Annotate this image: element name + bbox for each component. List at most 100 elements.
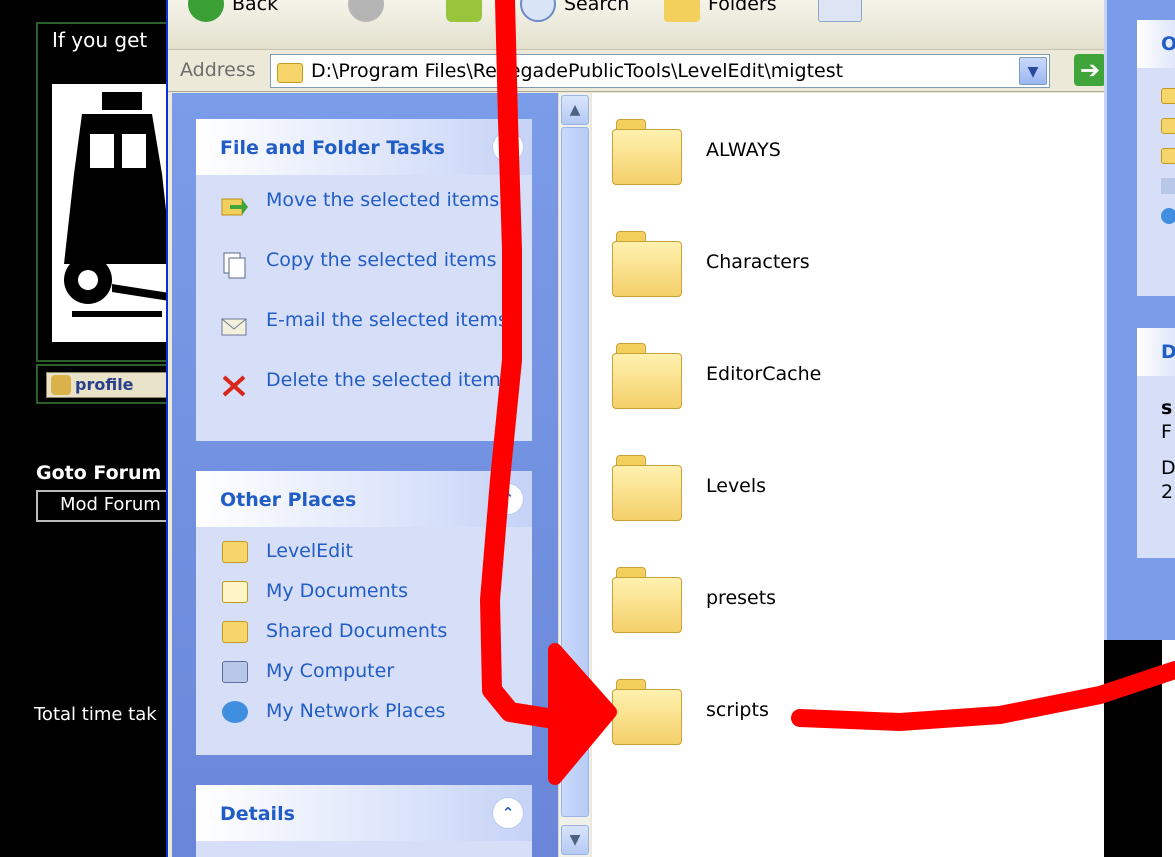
profile-icon (51, 375, 71, 395)
task-label: Delete the selected items (266, 369, 511, 391)
file-list: ALWAYS Characters EditorCache Levels pre… (592, 93, 1108, 857)
task-label: Move the selected items (266, 189, 500, 211)
right-window-edge (1162, 640, 1175, 857)
place-shared-documents[interactable]: Shared Documents (196, 615, 532, 655)
folders-button[interactable]: Folders (708, 0, 777, 26)
file-name: ALWAYS (706, 139, 781, 161)
network-icon (222, 701, 248, 723)
place-label: My Documents (266, 580, 409, 602)
forum-post-image: If you get (36, 22, 176, 362)
folder-icon (1161, 148, 1175, 164)
scroll-down-button[interactable]: ▼ (561, 825, 589, 855)
place-label: Shared Documents (266, 620, 448, 642)
my-documents-icon (222, 581, 248, 603)
vertical-scrollbar[interactable]: ▲ ▼ (558, 93, 590, 857)
delete-icon (222, 375, 246, 397)
folder-icon (612, 567, 682, 635)
network-icon (1161, 208, 1175, 224)
task-delete[interactable]: Delete the selected items (196, 367, 532, 427)
folder-icon (222, 541, 248, 563)
up-folder-icon[interactable] (446, 0, 482, 22)
file-item-presets[interactable]: presets (612, 561, 1072, 641)
folder-icon (612, 455, 682, 523)
detail-line: D (1161, 457, 1175, 479)
place-label: My Network Places (266, 700, 446, 722)
task-pane: File and Folder Tasks ⌃ Move the selecte… (172, 93, 562, 857)
forum-background: If you get profile Goto Forum Mod Forum … (0, 0, 176, 857)
detail-line: F (1161, 421, 1172, 443)
right-task-pane: O D s F D 2 (1104, 0, 1175, 640)
task-copy[interactable]: Copy the selected items (196, 247, 532, 307)
address-bar: Address D:\Program Files\RenegadePublicT… (168, 50, 1108, 92)
forum-cartoon-image (52, 84, 176, 342)
chevron-down-icon[interactable]: ▼ (1019, 57, 1047, 85)
task-email[interactable]: E-mail the selected items (196, 307, 532, 367)
back-button[interactable]: Back (232, 0, 278, 26)
file-name: Characters (706, 251, 810, 273)
folder-icon (222, 621, 248, 643)
right-panel-1-title: O (1137, 20, 1175, 68)
folder-icon (1161, 118, 1175, 134)
address-label: Address (180, 59, 256, 81)
go-button[interactable]: ➔ (1074, 54, 1106, 86)
folder-icon (277, 63, 303, 83)
other-places-header[interactable]: Other Places ⌃ (196, 471, 532, 527)
my-computer-icon (222, 661, 248, 683)
details-panel: Details ⌃ (196, 785, 532, 857)
search-icon[interactable] (520, 0, 556, 22)
place-leveledit[interactable]: LevelEdit (196, 535, 532, 575)
profile-button[interactable]: profile (46, 372, 176, 398)
task-move[interactable]: Move the selected items (196, 187, 532, 247)
file-item-always[interactable]: ALWAYS (612, 113, 1072, 193)
detail-line: 2 (1161, 481, 1174, 503)
panel-title: Details (220, 803, 295, 825)
scroll-up-button[interactable]: ▲ (561, 95, 589, 125)
profile-label: profile (75, 375, 134, 394)
file-item-levels[interactable]: Levels (612, 449, 1072, 529)
file-folder-tasks-header[interactable]: File and Folder Tasks ⌃ (196, 119, 532, 175)
back-arrow-icon[interactable] (188, 0, 224, 22)
task-label: Copy the selected items (266, 249, 497, 271)
file-name: presets (706, 587, 777, 609)
other-places-panel: Other Places ⌃ LevelEdit My Documents Sh… (196, 471, 532, 755)
address-value: D:\Program Files\RenegadePublicTools\Lev… (311, 60, 844, 82)
panel-title: Other Places (220, 489, 357, 511)
move-icon (221, 198, 248, 216)
forum-image-caption: If you get (52, 28, 148, 52)
search-button[interactable]: Search (564, 0, 629, 26)
place-my-network-places[interactable]: My Network Places (196, 695, 532, 735)
place-my-documents[interactable]: My Documents (196, 575, 532, 615)
views-icon[interactable] (818, 0, 862, 22)
email-icon (221, 318, 247, 336)
goto-forum-label: Goto Forum (36, 462, 162, 484)
address-input[interactable]: D:\Program Files\RenegadePublicTools\Lev… (270, 54, 1050, 88)
forum-footer-text: Total time tak (34, 704, 157, 725)
folders-icon[interactable] (664, 0, 700, 22)
file-folder-tasks-panel: File and Folder Tasks ⌃ Move the selecte… (196, 119, 532, 441)
forward-arrow-icon[interactable] (348, 0, 384, 22)
place-label: LevelEdit (266, 540, 353, 562)
collapse-chevron-icon[interactable]: ⌃ (492, 483, 524, 515)
collapse-chevron-icon[interactable]: ⌃ (492, 131, 524, 163)
file-item-scripts[interactable]: scripts (612, 673, 1072, 753)
file-item-characters[interactable]: Characters (612, 225, 1072, 305)
collapse-chevron-icon[interactable]: ⌃ (492, 797, 524, 829)
file-item-editorcache[interactable]: EditorCache (612, 337, 1072, 417)
folder-icon (612, 231, 682, 299)
standard-toolbar: Back Search Folders (168, 0, 1108, 50)
explorer-window: Back Search Folders Address D:\Program F… (166, 0, 1108, 857)
file-name: Levels (706, 475, 767, 497)
file-name: scripts (706, 699, 769, 721)
folder-icon (612, 343, 682, 411)
folder-icon (612, 119, 682, 187)
place-my-computer[interactable]: My Computer (196, 655, 532, 695)
forum-select[interactable]: Mod Forum (36, 490, 176, 522)
place-label: My Computer (266, 660, 395, 682)
right-panel-2: D s F D 2 (1137, 328, 1175, 558)
panel-title: File and Folder Tasks (220, 137, 445, 159)
right-panel-2-title: D (1137, 328, 1175, 376)
profile-button-frame: profile (36, 364, 176, 404)
scroll-thumb[interactable] (561, 127, 589, 817)
details-header[interactable]: Details ⌃ (196, 785, 532, 841)
folder-icon (612, 679, 682, 747)
